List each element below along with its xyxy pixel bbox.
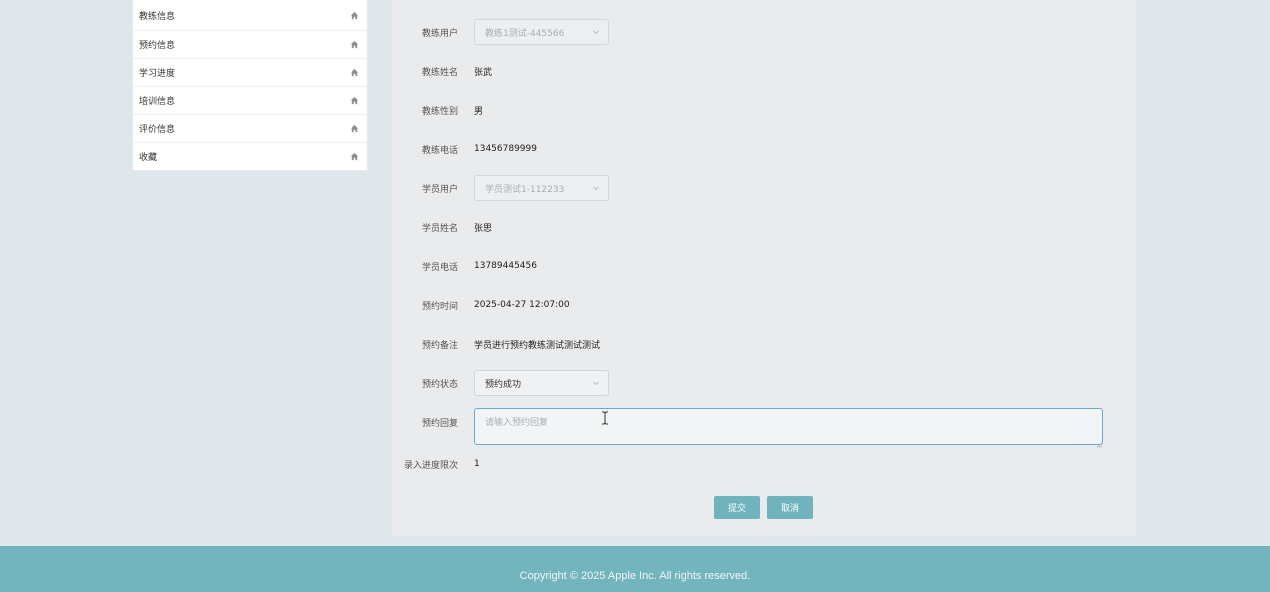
- booking-status-value: 预约成功: [485, 379, 522, 390]
- sidebar-item-label: 学习进度: [139, 69, 176, 79]
- form-row-booking-time: 预约时间 2025-04-27 12:07:00: [392, 291, 570, 319]
- booking-note-value: 学员进行预约教练测试测试测试: [474, 340, 601, 351]
- form-row-coach-phone: 教练电话 13456789999: [392, 135, 537, 163]
- home-icon: [350, 11, 359, 20]
- coach-gender-label: 教练性别: [421, 106, 458, 117]
- sidebar: 教练信息 预约信息 学习进度 培训信息 评价信息 收藏: [132, 0, 368, 171]
- resize-grip-icon[interactable]: [1096, 442, 1102, 448]
- sidebar-item-favorites[interactable]: 收藏: [133, 143, 367, 170]
- form-row-coach-user: 教练用户 教练1测试-445566: [392, 18, 609, 46]
- coach-user-select: 教练1测试-445566: [474, 19, 609, 45]
- sidebar-item-learning-progress[interactable]: 学习进度: [133, 59, 367, 87]
- student-user-select: 学员测试1-112233: [474, 175, 609, 201]
- student-phone-label: 学员电话: [421, 262, 458, 273]
- student-name-value: 张思: [474, 223, 493, 234]
- home-icon: [350, 124, 359, 133]
- booking-time-value: 2025-04-27 12:07:00: [474, 300, 570, 310]
- coach-user-label: 教练用户: [421, 28, 458, 39]
- booking-note-label: 预约备注: [421, 340, 458, 351]
- coach-phone-label: 教练电话: [421, 145, 458, 156]
- chevron-down-icon: [593, 381, 599, 386]
- booking-reply-label: 预约回复: [421, 419, 458, 429]
- chevron-down-icon: [593, 30, 599, 35]
- progress-count-label: 录入进度限次: [403, 460, 458, 471]
- home-icon: [350, 152, 359, 161]
- student-phone-value: 13789445456: [474, 261, 537, 271]
- form-row-booking-note: 预约备注 学员进行预约教练测试测试测试: [392, 330, 600, 358]
- submit-button[interactable]: 提交: [714, 496, 760, 519]
- form-row-booking-status: 预约状态 预约成功: [392, 369, 609, 397]
- student-user-label: 学员用户: [421, 184, 458, 195]
- sidebar-item-booking-info[interactable]: 预约信息: [133, 31, 367, 59]
- booking-status-label: 预约状态: [421, 379, 458, 390]
- form-row-coach-gender: 教练性别 男: [392, 96, 483, 124]
- student-user-value: 学员测试1-112233: [485, 184, 565, 195]
- home-icon: [350, 68, 359, 77]
- cancel-button[interactable]: 取消: [767, 496, 813, 519]
- chevron-down-icon: [593, 186, 599, 191]
- booking-reply-textarea[interactable]: [474, 408, 1103, 445]
- sidebar-item-training-info[interactable]: 培训信息: [133, 87, 367, 115]
- sidebar-item-label: 教练信息: [139, 11, 176, 22]
- coach-user-value: 教练1测试-445566: [485, 28, 565, 39]
- coach-name-value: 张武: [474, 67, 493, 78]
- form-row-coach-name: 教练姓名 张武: [392, 57, 492, 85]
- copyright-text: Copyright © 2025 Apple Inc. All rights r…: [519, 570, 751, 582]
- booking-form: 教练用户 教练1测试-445566 教练姓名 张武 教练性别 男 教练电话 13…: [392, 0, 1136, 536]
- booking-status-select[interactable]: 预约成功: [474, 370, 609, 396]
- home-icon: [350, 96, 359, 105]
- sidebar-item-label: 培训信息: [139, 97, 176, 107]
- coach-name-label: 教练姓名: [421, 67, 458, 78]
- page: 教练信息 预约信息 学习进度 培训信息 评价信息 收藏 教练用户 教练1测试-4…: [0, 0, 1270, 592]
- form-row-student-name: 学员姓名 张思: [392, 213, 492, 241]
- sidebar-item-coach-info[interactable]: 教练信息: [133, 0, 367, 31]
- form-row-booking-reply: 预约回复: [392, 408, 1103, 448]
- progress-count-value: 1: [474, 459, 480, 469]
- sidebar-item-label: 收藏: [139, 153, 158, 163]
- sidebar-item-review-info[interactable]: 评价信息: [133, 115, 367, 143]
- sidebar-item-label: 预约信息: [139, 41, 176, 51]
- booking-time-label: 预约时间: [421, 301, 458, 312]
- form-row-student-phone: 学员电话 13789445456: [392, 252, 537, 280]
- form-row-student-user: 学员用户 学员测试1-112233: [392, 174, 609, 202]
- sidebar-item-label: 评价信息: [139, 125, 176, 135]
- coach-phone-value: 13456789999: [474, 144, 537, 154]
- form-row-progress-count: 录入进度限次 1: [392, 450, 480, 478]
- home-icon: [350, 40, 359, 49]
- coach-gender-value: 男: [474, 106, 484, 117]
- student-name-label: 学员姓名: [421, 223, 458, 234]
- footer: Copyright © 2025 Apple Inc. All rights r…: [0, 546, 1270, 592]
